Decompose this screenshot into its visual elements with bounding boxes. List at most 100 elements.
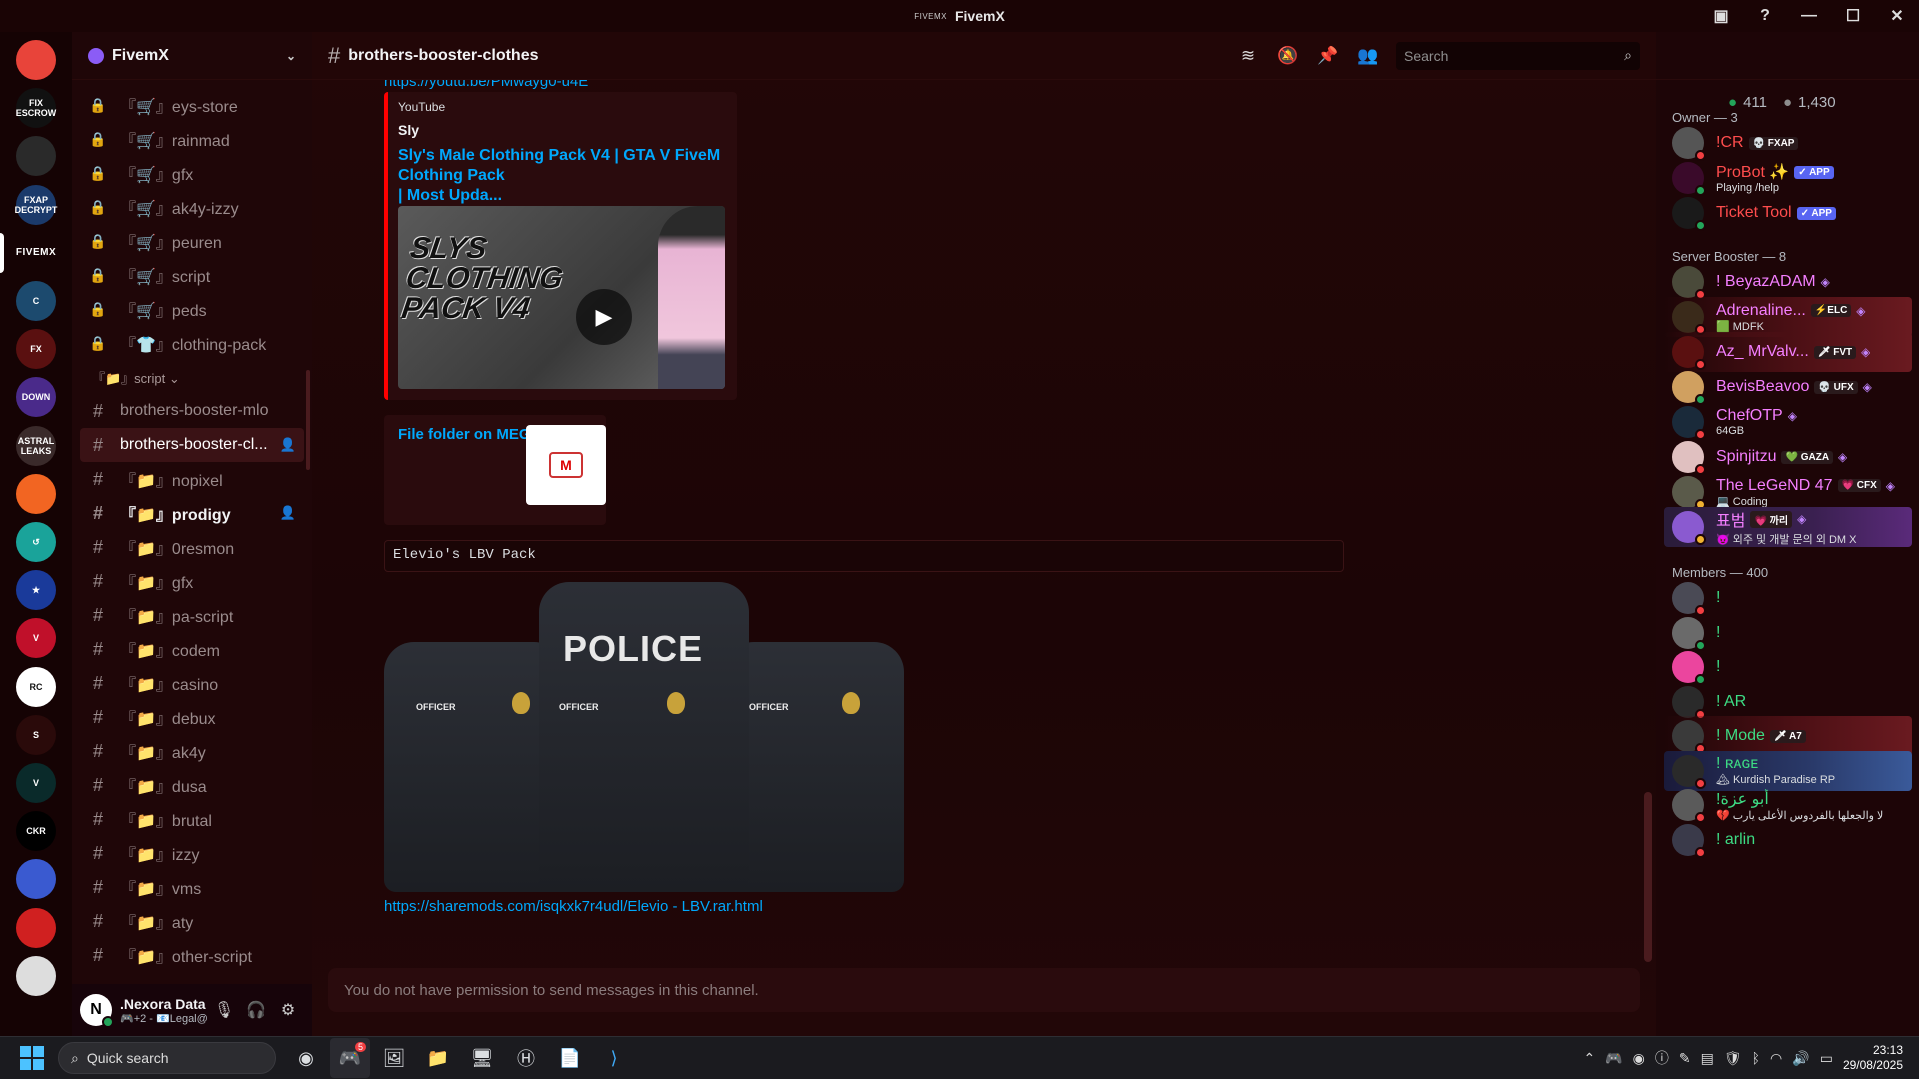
server-icon[interactable] (16, 473, 56, 514)
file-explorer-icon[interactable]: 📁 (418, 1038, 458, 1078)
server-icon[interactable]: S (16, 714, 56, 755)
member-row[interactable]: !CR 💀 FXAP (1664, 123, 1912, 163)
server-icon[interactable]: FX (16, 329, 56, 370)
clock[interactable]: 23:13 29/08/2025 (1843, 1043, 1903, 1073)
channel-item[interactable]: # 『📁』pa-script (80, 598, 304, 632)
chevron-up-icon[interactable]: ⌃ (1584, 1050, 1596, 1067)
channel-item[interactable]: # 『📁』aty (80, 904, 304, 938)
channel-item[interactable]: # brothers-booster-mlo (80, 394, 304, 428)
chrome-icon[interactable]: ◉ (286, 1038, 326, 1078)
server-icon[interactable] (16, 859, 56, 900)
vscode-icon[interactable]: ⟩ (594, 1038, 634, 1078)
channel-item[interactable]: # 『📁』codem (80, 632, 304, 666)
server-icon[interactable]: FIVEMX (16, 233, 56, 273)
channel-item[interactable]: # 『📁』debux (80, 700, 304, 734)
gear-icon[interactable]: ⚙ (272, 1000, 304, 1020)
taskbar-search[interactable]: ⌕ Quick search (58, 1042, 276, 1074)
embed-title[interactable]: Sly's Male Clothing Pack V4 | GTA V Five… (398, 146, 733, 206)
channel-item[interactable]: 🔒 『🛒』rainmad (80, 122, 304, 156)
bluetooth-icon[interactable]: ᛒ (1752, 1050, 1760, 1066)
member-row[interactable]: BevisBeavoo 💀 UFX ◈ (1664, 367, 1912, 407)
server-icon[interactable] (16, 136, 56, 177)
battery-icon[interactable]: ▭ (1820, 1050, 1833, 1067)
member-row[interactable]: Spinjitzu 💚 GAZA ◈ (1664, 437, 1912, 477)
server-icon[interactable] (16, 955, 56, 996)
channel-item[interactable]: # brothers-booster-cl... 👤 (80, 428, 304, 462)
server-icon[interactable]: CKR (16, 811, 56, 852)
threads-icon[interactable]: ≋ (1228, 46, 1268, 66)
download-link[interactable]: https://sharemods.com/isqkxk7r4udl/Elevi… (384, 898, 763, 915)
member-row[interactable]: Ticket Tool ✓ APP (1664, 193, 1912, 233)
sidebar-scrollbar[interactable] (306, 370, 310, 470)
notepad-icon[interactable]: 📄 (550, 1038, 590, 1078)
headphones-icon[interactable]: 🎧 (240, 1000, 272, 1020)
channel-item[interactable]: 🔒 『👕』clothing-pack (80, 326, 304, 360)
shield-icon[interactable]: 🛡 (1724, 1050, 1742, 1067)
server-icon[interactable]: RC (16, 666, 56, 707)
youtube-link[interactable]: https://youtu.be/PMwayg0-u4E (384, 80, 588, 90)
user-names[interactable]: .Nexora Data Limi... 🎮+2 - 📧Legal@Ne... (120, 996, 208, 1025)
search-input[interactable]: Search ⌕ (1396, 41, 1640, 70)
channel-item[interactable]: # 『📁』other-script (80, 938, 304, 972)
video-thumbnail[interactable]: SLYS CLOTHING PACK V4 ▶ (398, 206, 725, 389)
mega-title[interactable]: File folder on MEGA (398, 425, 541, 445)
channel-item[interactable]: 🔒 『🛒』peuren (80, 224, 304, 258)
member-row[interactable]: ProBot ✨ ✓ APP Playing /help (1664, 158, 1912, 198)
channel-item[interactable]: 🔒 『🛒』gfx (80, 156, 304, 190)
server-icon[interactable]: FXAP DECRYPT (15, 184, 57, 225)
channel-item[interactable]: 🔒 『🛒』eys-store (80, 88, 304, 122)
microphone-icon[interactable]: 🎙 (208, 1000, 240, 1020)
server-icon[interactable]: ASTRAL LEAKS (16, 425, 56, 466)
server-icon[interactable]: DOWN (16, 377, 56, 418)
channel-item[interactable]: # 『📁』brutal (80, 802, 304, 836)
minimize-button[interactable]: — (1787, 7, 1831, 25)
embed-author[interactable]: Sly (398, 122, 419, 138)
vest-image[interactable]: OFFICER OFFICER POLICE OFFICER (384, 582, 914, 898)
volume-icon[interactable]: 🔊 (1792, 1050, 1809, 1067)
mega-thumbnail[interactable]: M (526, 425, 606, 505)
channel-item[interactable]: # 『📁』dusa (80, 768, 304, 802)
channel-item[interactable]: # 『📁』nopixel (80, 462, 304, 496)
chrome-tray-icon[interactable]: ◉ (1633, 1050, 1645, 1067)
photos-icon[interactable]: 🖼 (374, 1038, 414, 1078)
avatar[interactable]: N (80, 994, 114, 1028)
member-row[interactable]: Az_ MrValv... 🗡 FVT ◈ (1664, 332, 1912, 372)
channel-item[interactable]: # 『📁』casino (80, 666, 304, 700)
guild-header[interactable]: FivemX ⌄ (72, 32, 312, 80)
tray-icon[interactable]: ✎ (1679, 1050, 1691, 1067)
server-icon[interactable]: FIX ESCROW (16, 88, 56, 129)
play-icon[interactable]: ▶ (576, 289, 632, 345)
channel-category[interactable]: 『📁』script ⌄ (80, 360, 304, 394)
channel-item[interactable]: 🔒 『🛒』script (80, 258, 304, 292)
server-icon[interactable]: C (16, 281, 56, 321)
channel-item[interactable]: # 『📁』izzy (80, 836, 304, 870)
add-member-icon[interactable]: 👤 (280, 437, 296, 453)
server-icon[interactable] (16, 40, 56, 80)
wifi-icon[interactable]: ◠ (1770, 1050, 1782, 1067)
member-list-icon[interactable]: 👥 (1348, 46, 1388, 66)
server-icon[interactable]: V (16, 618, 56, 659)
channel-item[interactable]: # 『📁』ak4y (80, 734, 304, 768)
channel-item[interactable]: # 『📁』prodigy 👤 (80, 496, 304, 530)
hs-app-icon[interactable]: Ⓗ (506, 1038, 546, 1078)
notifications-off-icon[interactable]: 🔕 (1268, 46, 1308, 66)
member-row[interactable]: 표범 💗 까리 ◈ 😈 외주 및 개발 문의 외 DM X (1664, 507, 1912, 547)
member-row[interactable]: ! BeyazADAM ◈ (1664, 262, 1912, 302)
member-row[interactable]: Adrenaline... ⚡ELC ◈ 🟩 MDFK (1664, 297, 1912, 337)
info-icon[interactable]: ⓘ (1655, 1048, 1669, 1068)
channel-item[interactable]: # 『📁』vms (80, 870, 304, 904)
close-button[interactable]: ✕ (1875, 6, 1919, 26)
discord-icon[interactable]: 🎮 5 (330, 1038, 370, 1078)
server-icon[interactable]: ↺ (16, 522, 56, 562)
server-icon[interactable]: V (16, 763, 56, 803)
help-icon[interactable]: ? (1743, 7, 1787, 25)
windows-start-icon[interactable] (20, 1046, 44, 1070)
channel-item[interactable]: # 『📁』0resmon (80, 530, 304, 564)
chat-scrollbar[interactable] (1644, 792, 1652, 962)
tray-icon[interactable]: ▤ (1701, 1050, 1714, 1067)
inbox-icon[interactable]: ▣ (1699, 6, 1743, 26)
server-icon[interactable] (16, 907, 56, 948)
channel-item[interactable]: 🔒 『🛒』peds (80, 292, 304, 326)
member-row[interactable]: ChefOTP ◈ 64GB (1664, 402, 1912, 442)
pin-icon[interactable]: 📌 (1308, 46, 1348, 66)
